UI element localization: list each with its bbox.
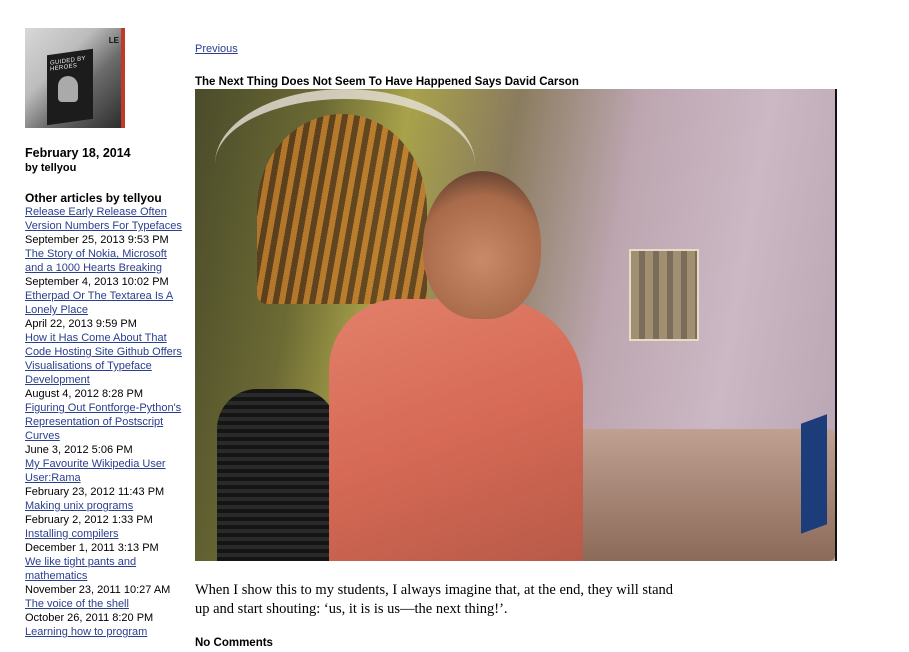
article-date: December 1, 2011 3:13 PM [25,542,159,554]
other-articles-heading: Other articles by tellyou [25,191,162,205]
article-link[interactable]: The voice of the shell [25,598,129,610]
article-link[interactable]: The Story of Nokia, Microsoft and a 1000… [25,248,167,274]
article-item: How it Has Come About That Code Hosting … [25,331,185,401]
post-date: February 18, 2014 [25,146,131,160]
article-item: Figuring Out Fontforge-Python's Represen… [25,401,185,457]
article-item: Release Early Release Often Version Numb… [25,205,185,247]
article-item: Making unix programs February 2, 2012 1:3… [25,499,185,527]
article-link[interactable]: Making unix programs [25,500,133,512]
article-item: Etherpad Or The Textarea Is A Lonely Pla… [25,289,185,331]
article-link[interactable]: Figuring Out Fontforge-Python's Represen… [25,402,181,442]
article-item: The voice of the shell October 26, 2011 8… [25,597,185,625]
article-link[interactable]: Release Early Release Often Version Numb… [25,206,182,232]
article-link[interactable]: Learning how to program [25,626,147,638]
author-avatar[interactable]: GUIDED BY HEROES LE [25,28,125,128]
avatar-poster-text: GUIDED BY HEROES [50,55,86,73]
article-link[interactable]: My Favourite Wikipedia User User:Rama [25,458,166,484]
article-date: June 3, 2012 5:06 PM [25,444,133,456]
photo-man-shirt [329,299,583,561]
article-link[interactable]: Etherpad Or The Textarea Is A Lonely Pla… [25,290,173,316]
article-link[interactable]: How it Has Come About That Code Hosting … [25,332,182,386]
article-item: Installing compilers December 1, 2011 3:1… [25,527,185,555]
comments-label[interactable]: No Comments [195,637,845,649]
post-photo [195,89,837,561]
main-content: Previous The Next Thing Does Not Seem To… [195,39,845,649]
article-date: August 4, 2012 8:28 PM [25,388,144,400]
article-link[interactable]: We like tight pants and mathematics [25,556,136,582]
post-title: The Next Thing Does Not Seem To Have Hap… [195,76,579,88]
article-item: We like tight pants and mathematics Novem… [25,555,185,597]
article-item: Learning how to program [25,625,185,639]
article-date: September 25, 2013 9:53 PM [25,234,169,246]
article-date: April 22, 2013 9:59 PM [25,318,137,330]
previous-link[interactable]: Previous [195,43,238,55]
article-date: November 23, 2011 10:27 AM [25,584,171,596]
photo-ribbed-sculpture [257,114,427,304]
photo-monitor [801,414,827,534]
article-item: My Favourite Wikipedia User User:Rama Feb… [25,457,185,499]
photo-wall-frame [629,249,699,341]
photo-cluttered-desk [575,429,835,561]
sidebar: GUIDED BY HEROES LE February 18, 2014 by… [25,28,185,639]
article-item: The Story of Nokia, Microsoft and a 1000… [25,247,185,289]
avatar-figure [58,76,78,102]
article-date: February 2, 2012 1:33 PM [25,514,153,526]
article-link[interactable]: Installing compilers [25,528,119,540]
article-date: February 23, 2012 11:43 PM [25,486,165,498]
photo-office-chair [217,389,337,561]
avatar-red-stripe [121,28,125,128]
article-date: October 26, 2011 8:20 PM [25,612,154,624]
article-date: September 4, 2013 10:02 PM [25,276,169,288]
photo-man-head [423,171,541,319]
post-caption: When I show this to my students, I alway… [195,582,674,617]
avatar-sign-text: LE [108,36,119,45]
post-byline: by tellyou [25,162,77,174]
other-articles-list: Release Early Release Often Version Numb… [25,205,185,639]
